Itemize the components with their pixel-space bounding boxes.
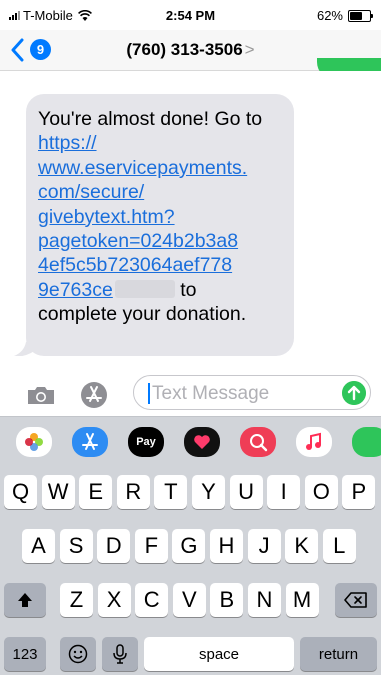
key-q[interactable]: Q [4, 475, 37, 509]
conversation-header: 9 (760) 313-3506 > [0, 30, 381, 80]
green-app-icon[interactable] [352, 427, 381, 457]
shift-key[interactable] [4, 583, 46, 617]
web-images-app-icon[interactable] [240, 427, 276, 457]
music-app-icon[interactable] [296, 427, 332, 457]
message-text-start: You're almost done! Go to [38, 108, 263, 130]
key-u[interactable]: U [229, 475, 263, 509]
key-l[interactable]: L [322, 529, 356, 563]
message-thread: You're almost done! Go to https:// www.e… [0, 71, 381, 357]
key-t[interactable]: T [154, 475, 188, 509]
key-j[interactable]: J [247, 529, 281, 563]
redacted-block [114, 279, 175, 298]
numbers-key[interactable]: 123 [4, 637, 46, 671]
key-b[interactable]: B [210, 583, 244, 617]
key-i[interactable]: I [267, 475, 301, 509]
key-c[interactable]: C [135, 583, 169, 617]
key-g[interactable]: G [172, 529, 206, 563]
key-x[interactable]: X [97, 583, 131, 617]
text-caret [148, 383, 150, 404]
key-w[interactable]: W [41, 475, 75, 509]
dictation-key[interactable] [102, 637, 138, 671]
key-f[interactable]: F [134, 529, 168, 563]
key-k[interactable]: K [285, 529, 319, 563]
battery-icon [348, 9, 373, 22]
battery-percent: 62% [316, 8, 343, 23]
key-e[interactable]: E [79, 475, 113, 509]
key-n[interactable]: N [248, 583, 281, 617]
delete-icon [344, 592, 367, 608]
message-text-field[interactable]: Text Message [133, 375, 371, 410]
microphone-icon [113, 644, 127, 664]
emoji-icon [68, 644, 88, 664]
appstore-app-icon[interactable] [72, 427, 108, 457]
key-o[interactable]: O [304, 475, 338, 509]
key-z[interactable]: Z [60, 583, 93, 617]
key-s[interactable]: S [59, 529, 93, 563]
space-key[interactable]: space [144, 637, 294, 671]
emoji-key[interactable] [60, 637, 96, 671]
message-placeholder: Text Message [152, 383, 270, 404]
apple-pay-app-icon[interactable]: Pay [128, 427, 164, 457]
delete-key[interactable] [335, 583, 377, 617]
send-button[interactable] [342, 381, 366, 405]
camera-icon[interactable] [26, 384, 56, 406]
key-p[interactable]: P [342, 475, 376, 509]
key-m[interactable]: M [285, 583, 319, 617]
key-r[interactable]: R [116, 475, 150, 509]
received-message-bubble[interactable]: You're almost done! Go to https:// www.e… [26, 94, 294, 356]
app-store-icon[interactable] [80, 381, 108, 409]
message-text: You're almost done! Go to https:// www.e… [38, 107, 288, 327]
apple-pay-label: Pay [136, 436, 156, 448]
donation-link[interactable]: https:// www.eservicepayments. com/secur… [38, 132, 247, 300]
key-d[interactable]: D [97, 529, 131, 563]
imessage-app-drawer: Pay [0, 416, 381, 467]
return-key[interactable]: return [300, 637, 377, 671]
key-h[interactable]: H [210, 529, 243, 563]
contact-chevron-icon[interactable]: > [245, 40, 255, 59]
status-right: 62% [316, 8, 373, 23]
key-a[interactable]: A [22, 529, 55, 563]
contact-number[interactable]: (760) 313-3506 [126, 40, 242, 59]
photos-app-icon[interactable] [16, 427, 52, 457]
digital-touch-app-icon[interactable] [184, 427, 220, 457]
key-v[interactable]: V [172, 583, 206, 617]
contact-title[interactable]: (760) 313-3506 > [0, 40, 381, 60]
key-y[interactable]: Y [192, 475, 225, 509]
keyboard: Q W E R T Y U I O P A S D F G H J K L Z X C V B N M 123 space return [0, 466, 381, 675]
status-bar: T-Mobile 2:54 PM 62% [0, 0, 381, 30]
shift-icon [18, 593, 32, 607]
message-input-bar: Text Message [0, 356, 381, 416]
